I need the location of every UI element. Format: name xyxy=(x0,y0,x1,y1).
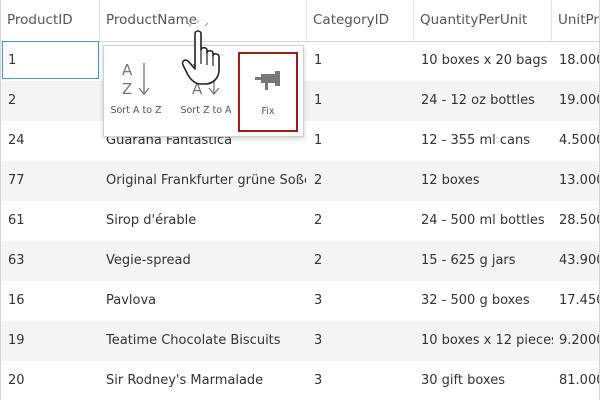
cell-categoryid[interactable]: 2 xyxy=(314,241,404,281)
cell-categoryid[interactable]: 3 xyxy=(314,281,404,321)
cell-quantityperunit[interactable]: 10 boxes x 20 bags xyxy=(421,41,553,81)
table-row[interactable]: 61 Sirop d'érable 2 24 - 500 ml bottles … xyxy=(1,201,599,241)
svg-text:A: A xyxy=(122,61,133,79)
cell-categoryid[interactable]: 3 xyxy=(314,361,404,400)
cell-productname[interactable]: Sir Rodney's Marmalade xyxy=(106,361,306,400)
grid-header: ProductID ProductName CategoryID Quantit… xyxy=(1,0,599,42)
cell-productname[interactable]: Original Frankfurter grüne Soße xyxy=(106,161,306,201)
cell-categoryid[interactable]: 1 xyxy=(314,121,404,161)
cell-productid[interactable]: 20 xyxy=(8,361,96,400)
cell-unitprice[interactable]: 4.5000 xyxy=(559,121,599,161)
column-header-productid[interactable]: ProductID xyxy=(1,0,100,41)
fix-column-button[interactable]: Fix xyxy=(238,52,298,132)
sort-z-to-a-label: Sort Z to A xyxy=(180,105,232,116)
table-row[interactable]: 20 Sir Rodney's Marmalade 3 30 gift boxe… xyxy=(1,361,599,400)
cell-quantityperunit[interactable]: 24 - 500 ml bottles xyxy=(421,201,553,241)
cell-productid[interactable]: 63 xyxy=(8,241,96,281)
sort-a-to-z-button[interactable]: A Z Sort A to Z xyxy=(104,46,168,136)
cell-categoryid[interactable]: 3 xyxy=(314,321,404,361)
cell-unitprice[interactable]: 18.000 xyxy=(559,41,599,81)
cell-unitprice[interactable]: 9.2000 xyxy=(559,321,599,361)
table-row[interactable]: 16 Pavlova 3 32 - 500 g boxes 17.450 xyxy=(1,281,599,321)
column-header-unitprice[interactable]: UnitPr xyxy=(552,0,599,41)
cell-productid[interactable]: 2 xyxy=(8,81,96,121)
cell-categoryid[interactable]: 2 xyxy=(314,201,404,241)
cell-categoryid[interactable]: 1 xyxy=(314,41,404,81)
column-header-categoryid[interactable]: CategoryID xyxy=(307,0,414,41)
cell-productid[interactable]: 1 xyxy=(8,41,96,81)
table-row[interactable]: 19 Teatime Chocolate Biscuits 3 10 boxes… xyxy=(1,321,599,361)
cell-quantityperunit[interactable]: 15 - 625 g jars xyxy=(421,241,553,281)
pin-icon xyxy=(255,71,280,90)
cell-productname[interactable]: Sirop d'érable xyxy=(106,201,306,241)
cell-quantityperunit[interactable]: 12 - 355 ml cans xyxy=(421,121,553,161)
cell-unitprice[interactable]: 17.450 xyxy=(559,281,599,321)
cell-productname[interactable]: Pavlova xyxy=(106,281,306,321)
cell-productid[interactable]: 61 xyxy=(8,201,96,241)
cell-productid[interactable]: 19 xyxy=(8,321,96,361)
column-header-quantityperunit[interactable]: QuantityPerUnit xyxy=(414,0,552,41)
table-row[interactable]: 77 Original Frankfurter grüne Soße 2 12 … xyxy=(1,161,599,201)
cell-productid[interactable]: 24 xyxy=(8,121,96,161)
sort-a-to-z-label: Sort A to Z xyxy=(110,105,162,116)
cell-quantityperunit[interactable]: 30 gift boxes xyxy=(421,361,553,400)
cell-quantityperunit[interactable]: 10 boxes x 12 pieces xyxy=(421,321,553,361)
svg-text:Z: Z xyxy=(122,80,132,98)
cell-unitprice[interactable]: 19.000 xyxy=(559,81,599,121)
cell-unitprice[interactable]: 13.000 xyxy=(559,161,599,201)
cell-productname[interactable]: Teatime Chocolate Biscuits xyxy=(106,321,306,361)
sort-ascending-icon: A Z xyxy=(122,61,150,98)
cell-unitprice[interactable]: 28.500 xyxy=(559,201,599,241)
cell-quantityperunit[interactable]: 32 - 500 g boxes xyxy=(421,281,553,321)
cell-categoryid[interactable]: 1 xyxy=(314,81,404,121)
cell-unitprice[interactable]: 81.000 xyxy=(559,361,599,400)
table-row[interactable]: 63 Vegie-spread 2 15 - 625 g jars 43.900 xyxy=(1,241,599,281)
cell-productid[interactable]: 16 xyxy=(8,281,96,321)
cell-productid[interactable]: 77 xyxy=(8,161,96,201)
cell-productname[interactable]: Vegie-spread xyxy=(106,241,306,281)
cell-quantityperunit[interactable]: 24 - 12 oz bottles xyxy=(421,81,553,121)
cell-categoryid[interactable]: 2 xyxy=(314,161,404,201)
cell-unitprice[interactable]: 43.900 xyxy=(559,241,599,281)
cell-quantityperunit[interactable]: 12 boxes xyxy=(421,161,553,201)
fix-label: Fix xyxy=(261,106,275,117)
hand-cursor-icon xyxy=(181,20,220,85)
